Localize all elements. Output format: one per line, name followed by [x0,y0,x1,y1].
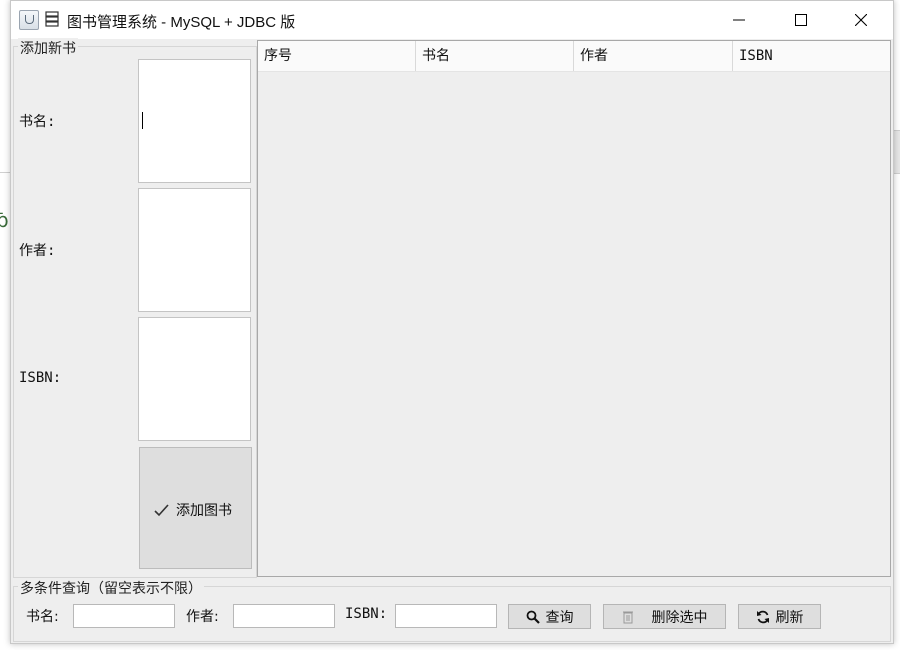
delete-selected-button[interactable]: 删除选中 [603,604,726,629]
magnifier-icon [526,610,540,624]
column-header-author[interactable]: 作者 [574,41,733,71]
add-book-button[interactable]: 添加图书 [139,447,252,569]
table-header: 序号 书名 作者 ISBN [258,41,890,72]
trash-icon [622,611,633,623]
book-stack-icon [45,11,59,27]
minimize-icon [733,19,745,21]
app-window: 图书管理系统 - MySQL + JDBC 版 添加新书 书名: 作者: ISB… [10,0,894,644]
close-icon [855,14,867,26]
delete-selected-button-label: 删除选中 [651,609,708,626]
refresh-button-label: 刷新 [775,609,804,626]
title-textarea[interactable] [138,59,251,183]
query-author-label: 作者: [186,609,219,625]
add-book-panel: 添加新书 书名: 作者: ISBN: 添加图书 [13,38,257,578]
window-title: 图书管理系统 - MySQL + JDBC 版 [67,14,296,31]
query-author-input[interactable] [233,604,335,628]
java-cup-icon [19,10,39,30]
query-panel-title: 多条件查询（留空表示不限） [18,578,204,598]
title-field-label: 书名: [19,114,56,130]
check-icon [154,504,169,517]
query-title-label: 书名: [26,609,59,625]
search-button-label: 查询 [545,609,574,626]
text-caret [142,112,143,129]
title-bar[interactable]: 图书管理系统 - MySQL + JDBC 版 [11,1,893,39]
author-textarea[interactable] [138,188,251,312]
query-isbn-input[interactable] [395,604,497,628]
background-glyph: ƀ [0,208,9,232]
isbn-textarea[interactable] [138,317,251,441]
books-table[interactable]: 序号 书名 作者 ISBN [257,40,891,577]
maximize-button[interactable] [778,1,824,39]
maximize-icon [795,14,807,26]
column-header-id[interactable]: 序号 [258,41,416,71]
refresh-button[interactable]: 刷新 [738,604,821,629]
column-header-title[interactable]: 书名 [416,41,574,71]
author-field-label: 作者: [19,243,56,259]
minimize-button[interactable] [716,1,762,39]
query-isbn-label: ISBN: [345,606,388,622]
close-button[interactable] [838,1,884,39]
search-button[interactable]: 查询 [508,604,591,629]
query-title-input[interactable] [73,604,175,628]
add-book-panel-title: 添加新书 [18,38,78,58]
refresh-icon [756,610,769,623]
isbn-field-label: ISBN: [19,370,62,386]
add-book-button-label: 添加图书 [176,503,232,519]
column-header-isbn[interactable]: ISBN [733,41,890,71]
